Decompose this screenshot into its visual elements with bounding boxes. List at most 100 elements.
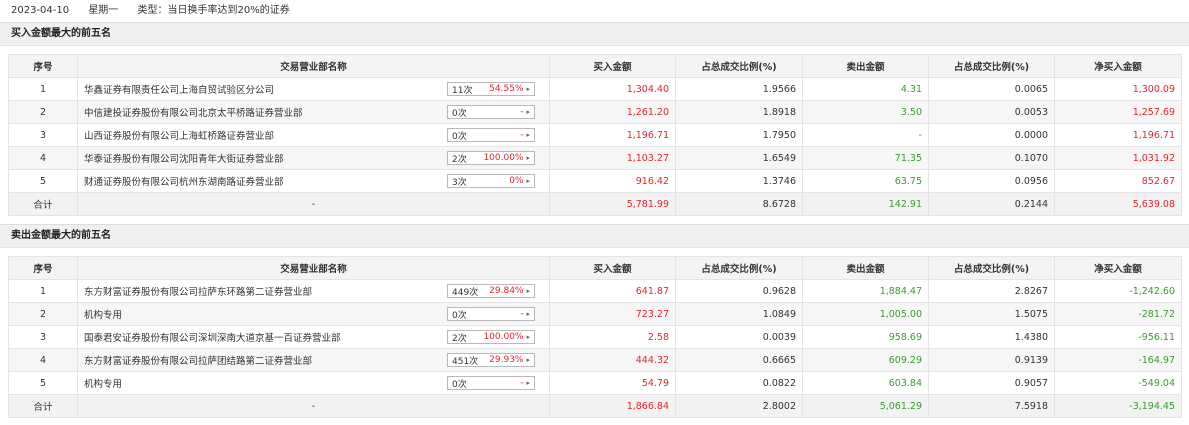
buy-ratio: 0.0822 xyxy=(675,371,803,395)
net-amount: -164.97 xyxy=(1054,348,1182,372)
buy-amount: 54.79 xyxy=(549,371,676,395)
history-dropdown[interactable]: 3次 0% ▸ xyxy=(447,174,535,188)
branch-name-link[interactable]: 山西证券股份有限公司上海虹桥路证券营业部 xyxy=(84,128,274,142)
history-dropdown[interactable]: 0次 - ▸ xyxy=(447,128,535,142)
col-header: 占总成交比例(%) xyxy=(928,54,1055,78)
sell-section-title: 卖出金额最大的前五名 xyxy=(0,224,1189,248)
history-dropdown[interactable]: 451次 29.93% ▸ xyxy=(447,353,535,367)
list-type: 类型：当日换手率达到20%的证券 xyxy=(137,5,290,16)
success-rate: 100.00% xyxy=(483,153,524,163)
row-index: 2 xyxy=(8,302,78,326)
sell-top5-table: 序号 交易营业部名称 买入金额 占总成交比例(%) 卖出金额 占总成交比例(%)… xyxy=(8,256,1182,418)
buy-top5-table: 序号 交易营业部名称 买入金额 占总成交比例(%) 卖出金额 占总成交比例(%)… xyxy=(8,54,1182,216)
row-index: 1 xyxy=(8,77,78,101)
sell-amount: 1,884.47 xyxy=(802,279,929,303)
buy-amount: 2.58 xyxy=(549,325,676,349)
row-index: 3 xyxy=(8,123,78,147)
top-info-bar: 2023-04-10 星期一 类型：当日换手率达到20%的证券 xyxy=(0,0,1189,22)
buy-section-title: 买入金额最大的前五名 xyxy=(0,22,1189,46)
success-rate: 54.55% xyxy=(489,84,524,94)
buy-amount: 1,304.40 xyxy=(549,77,676,101)
appearance-count: 451次 xyxy=(452,356,479,367)
table-row: 4 华泰证券股份有限公司沈阳青年大街证券营业部 2次 100.00% ▸ 1,103.27… xyxy=(8,146,1182,170)
success-rate: 29.84% xyxy=(489,286,524,296)
trade-weekday: 星期一 xyxy=(88,5,119,16)
appearance-count: 449次 xyxy=(452,287,479,298)
sell-amount: 63.75 xyxy=(802,169,929,193)
total-row: 合计 -5,781.99 8.6728 142.91 0.2144 5,639.08 xyxy=(8,192,1182,216)
appearance-count: 2次 xyxy=(452,333,467,344)
branch-name-link[interactable]: 东方财富证券股份有限公司拉萨团结路第二证券营业部 xyxy=(84,353,312,367)
branch-cell: 山西证券股份有限公司上海虹桥路证券营业部 0次 - ▸ xyxy=(77,123,550,147)
table-row: 5 机构专用 0次 - ▸ 54.79 0.0822 603.84 0.9057 -549.04 xyxy=(8,371,1182,395)
row-index: 3 xyxy=(8,325,78,349)
sell-amount: - xyxy=(802,123,929,147)
branch-cell: 机构专用 0次 - ▸ xyxy=(77,371,550,395)
branch-name-link[interactable]: 财通证券股份有限公司杭州东湖南路证券营业部 xyxy=(84,174,284,188)
total-name: - xyxy=(77,394,550,418)
history-dropdown[interactable]: 0次 - ▸ xyxy=(447,376,535,390)
branch-cell: 华鑫证券有限责任公司上海自贸试验区分公司 11次 54.55% ▸ xyxy=(77,77,550,101)
row-index: 4 xyxy=(8,146,78,170)
net-amount: 1,300.09 xyxy=(1054,77,1182,101)
col-header: 卖出金额 xyxy=(802,54,929,78)
branch-cell: 东方财富证券股份有限公司拉萨东环路第二证券营业部 449次 29.84% ▸ xyxy=(77,279,550,303)
net-amount: -1,242.60 xyxy=(1054,279,1182,303)
total-name: - xyxy=(77,192,550,216)
buy-ratio: 1.8918 xyxy=(675,100,803,124)
appearance-count: 3次 xyxy=(452,177,467,188)
sell-ratio: 1.5075 xyxy=(928,302,1055,326)
history-dropdown[interactable]: 11次 54.55% ▸ xyxy=(447,82,535,96)
branch-name-link[interactable]: 机构专用 xyxy=(84,376,122,390)
success-rate: - xyxy=(520,107,524,117)
buy-amount: 444.32 xyxy=(549,348,676,372)
total-row: 合计 -1,866.84 2.8002 5,061.29 7.5918 -3,194.45 xyxy=(8,394,1182,418)
buy-amount: 916.42 xyxy=(549,169,676,193)
sell-amount: 1,005.00 xyxy=(802,302,929,326)
history-dropdown[interactable]: 2次 100.00% ▸ xyxy=(447,330,535,344)
table-row: 3 山西证券股份有限公司上海虹桥路证券营业部 0次 - ▸ 1,196.71 1.7950-… xyxy=(8,123,1182,147)
branch-name-link[interactable]: 国泰君安证券股份有限公司深圳深南大道京基一百证券营业部 xyxy=(84,330,341,344)
net-amount: 1,196.71 xyxy=(1054,123,1182,147)
net-amount: -549.04 xyxy=(1054,371,1182,395)
row-index: 5 xyxy=(8,371,78,395)
net-amount: -281.72 xyxy=(1054,302,1182,326)
table-header-row: 序号 交易营业部名称 买入金额 占总成交比例(%) 卖出金额 占总成交比例(%)… xyxy=(8,54,1182,78)
chevron-right-icon: ▸ xyxy=(526,131,530,139)
history-dropdown[interactable]: 0次 - ▸ xyxy=(447,307,535,321)
branch-name-link[interactable]: 机构专用 xyxy=(84,307,122,321)
buy-ratio: 1.6549 xyxy=(675,146,803,170)
branch-name-link[interactable]: 华鑫证券有限责任公司上海自贸试验区分公司 xyxy=(84,82,274,96)
table-row: 1 东方财富证券股份有限公司拉萨东环路第二证券营业部 449次 29.84% ▸ 641.… xyxy=(8,279,1182,303)
branch-name-link[interactable]: 华泰证券股份有限公司沈阳青年大街证券营业部 xyxy=(84,151,284,165)
sell-ratio: 0.9057 xyxy=(928,371,1055,395)
buy-amount: 1,261.20 xyxy=(549,100,676,124)
branch-name-link[interactable]: 中信建投证券股份有限公司北京太平桥路证券营业部 xyxy=(84,105,303,119)
buy-amount: 1,196.71 xyxy=(549,123,676,147)
branch-name-link[interactable]: 东方财富证券股份有限公司拉萨东环路第二证券营业部 xyxy=(84,284,312,298)
branch-cell: 国泰君安证券股份有限公司深圳深南大道京基一百证券营业部 2次 100.00% ▸ xyxy=(77,325,550,349)
col-header: 占总成交比例(%) xyxy=(928,256,1055,280)
chevron-right-icon: ▸ xyxy=(526,85,530,93)
sell-ratio: 0.1070 xyxy=(928,146,1055,170)
col-header: 卖出金额 xyxy=(802,256,929,280)
sell-amount: 958.69 xyxy=(802,325,929,349)
total-sell-ratio: 7.5918 xyxy=(928,394,1055,418)
history-dropdown[interactable]: 0次 - ▸ xyxy=(447,105,535,119)
chevron-right-icon: ▸ xyxy=(526,379,530,387)
sell-ratio: 1.4380 xyxy=(928,325,1055,349)
net-amount: 1,257.69 xyxy=(1054,100,1182,124)
sell-ratio: 0.0053 xyxy=(928,100,1055,124)
table-header-row: 序号 交易营业部名称 买入金额 占总成交比例(%) 卖出金额 占总成交比例(%)… xyxy=(8,256,1182,280)
sell-ratio: 0.0000 xyxy=(928,123,1055,147)
history-dropdown[interactable]: 449次 29.84% ▸ xyxy=(447,284,535,298)
appearance-count: 0次 xyxy=(452,131,467,142)
col-header: 占总成交比例(%) xyxy=(675,54,803,78)
col-header: 序号 xyxy=(8,54,78,78)
trade-date: 2023-04-10 xyxy=(11,5,70,16)
total-label: 合计 xyxy=(8,394,78,418)
total-sell: 142.91 xyxy=(802,192,929,216)
appearance-count: 0次 xyxy=(452,379,467,390)
history-dropdown[interactable]: 2次 100.00% ▸ xyxy=(447,151,535,165)
sell-ratio: 0.0065 xyxy=(928,77,1055,101)
